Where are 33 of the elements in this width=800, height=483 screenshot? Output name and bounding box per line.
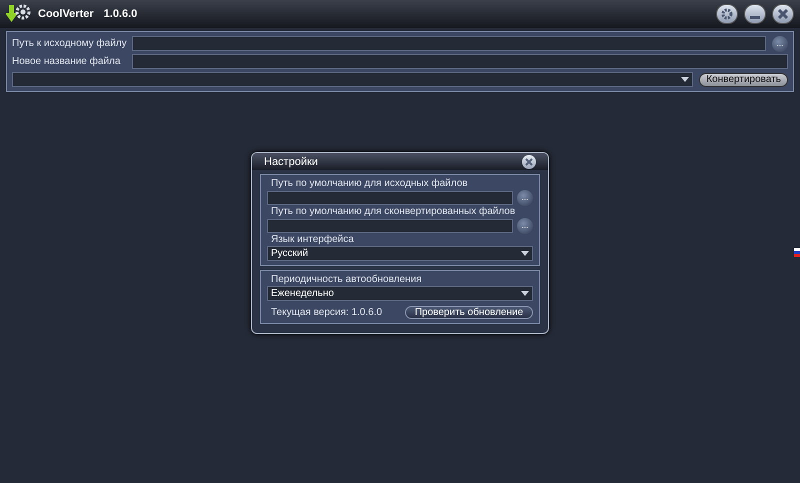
close-button[interactable]: [522, 154, 536, 168]
source-dir-field[interactable]: [267, 190, 513, 204]
convert-button[interactable]: Конвертировать: [699, 72, 788, 86]
dialog-title: Настройки: [264, 156, 319, 168]
current-version-text: Текущая версия: 1.0.6.0: [271, 307, 382, 318]
minimize-button[interactable]: [744, 4, 766, 24]
source-path-field[interactable]: [132, 36, 766, 51]
gear-icon: [721, 8, 733, 20]
update-period-dropdown[interactable]: Еженедельно: [267, 286, 533, 301]
minimize-icon: [750, 16, 760, 18]
output-dir-label: Путь по умолчанию для сконвертированных файлов: [270, 206, 516, 217]
dropdown-caret-icon[interactable]: [521, 291, 529, 296]
update-period-label: Периодичность автообновления: [270, 274, 423, 285]
dropdown-caret-icon[interactable]: [681, 77, 690, 82]
browse-button[interactable]: ...: [517, 190, 533, 206]
close-button[interactable]: [772, 4, 794, 24]
language-label: Язык интерфейса: [270, 234, 355, 245]
close-icon: [525, 158, 533, 166]
flag-icon[interactable]: [794, 248, 800, 257]
browse-button[interactable]: ...: [772, 36, 788, 52]
settings-button[interactable]: [716, 4, 738, 24]
output-dir-field[interactable]: [267, 218, 513, 232]
check-update-button[interactable]: Проверить обновление: [405, 306, 533, 319]
source-dir-label: Путь по умолчанию для исходных файлов: [270, 178, 469, 189]
close-icon: [778, 9, 788, 19]
dropdown-caret-icon[interactable]: [521, 251, 529, 256]
file-name-field[interactable]: [132, 54, 788, 69]
version-label: 1.0.6.0: [104, 8, 138, 20]
source-path-label: Путь к исходному файлу: [12, 38, 126, 49]
browse-button[interactable]: ...: [517, 218, 533, 234]
file-name-label: Новое название файла: [12, 56, 122, 67]
window-title: CoolVerter: [38, 8, 94, 20]
language-dropdown[interactable]: Русский: [267, 246, 533, 261]
